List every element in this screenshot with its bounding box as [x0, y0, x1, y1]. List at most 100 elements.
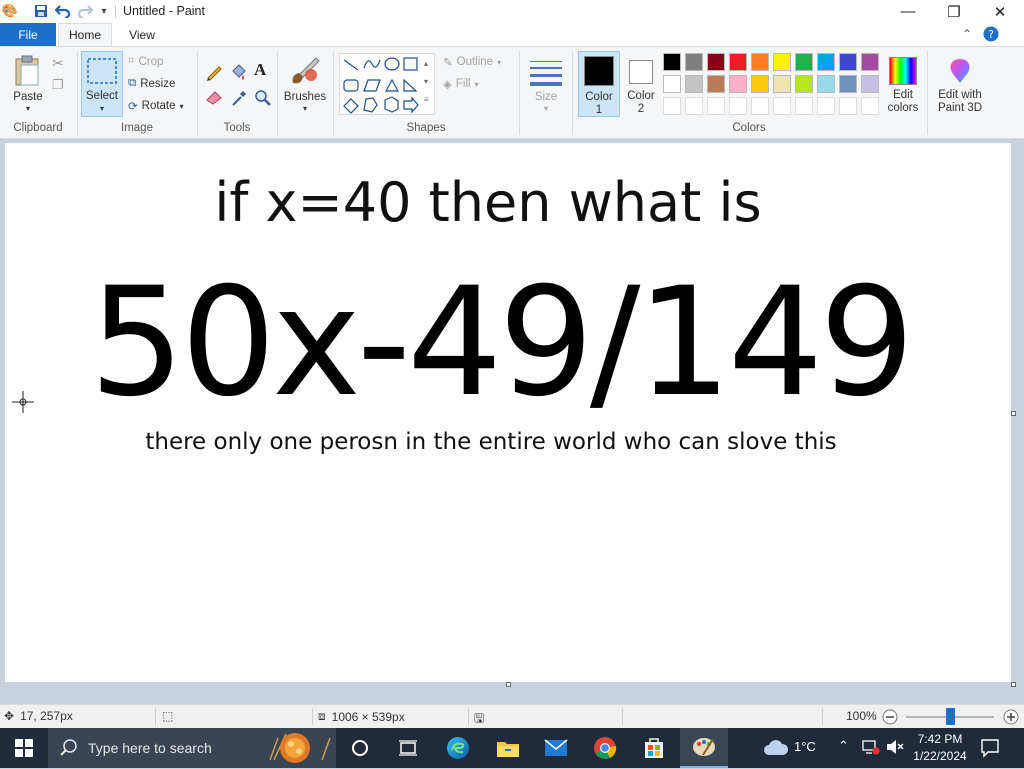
brushes-button[interactable]: Brushes ▾ — [282, 51, 328, 117]
fill-bucket-icon[interactable] — [229, 63, 247, 84]
palette-color-swatch[interactable] — [861, 53, 879, 71]
rotate-button[interactable]: ⟳ Rotate ▾ — [128, 99, 184, 113]
palette-custom-slot[interactable] — [751, 97, 769, 115]
minimize-button[interactable]: — — [885, 0, 931, 23]
palette-color-swatch[interactable] — [773, 75, 791, 93]
color2-swatch — [629, 60, 653, 84]
shapes-gallery[interactable] — [339, 53, 435, 115]
help-icon[interactable]: ? — [980, 24, 1002, 44]
tab-file[interactable]: File — [0, 23, 56, 46]
palette-color-swatch[interactable] — [751, 75, 769, 93]
palette-custom-slot[interactable] — [685, 97, 703, 115]
tab-view[interactable]: View — [116, 23, 168, 46]
paste-icon — [15, 55, 39, 86]
weather-cloud-icon[interactable] — [756, 728, 796, 768]
collapse-ribbon-icon[interactable]: ⌃ — [962, 27, 972, 41]
resize-handle-corner[interactable] — [1011, 682, 1016, 687]
taskbar: Type here to search 1°C ⌃ 7:42 PM 1/22/2… — [0, 728, 1024, 768]
tab-home[interactable]: Home — [58, 23, 112, 46]
magnifier-icon[interactable] — [254, 89, 272, 110]
start-button[interactable] — [0, 728, 48, 768]
task-view-icon[interactable] — [384, 728, 432, 768]
mail-icon[interactable] — [532, 728, 580, 768]
crop-button[interactable]: ⌗ Crop — [128, 55, 163, 68]
network-icon[interactable] — [862, 739, 880, 758]
notifications-icon[interactable] — [980, 738, 1000, 761]
customize-quick-access-icon[interactable]: ▾ — [96, 3, 112, 19]
drawing-canvas[interactable]: if x=40 then what is 50x-49/149 there on… — [5, 143, 1011, 682]
file-explorer-icon[interactable] — [484, 728, 532, 768]
undo-icon[interactable] — [55, 3, 71, 19]
close-button[interactable]: ✕ — [977, 0, 1023, 23]
edge-browser-icon[interactable] — [434, 728, 482, 768]
zoom-in-button[interactable] — [1003, 709, 1019, 728]
cortana-icon[interactable] — [336, 728, 384, 768]
palette-custom-slot[interactable] — [817, 97, 835, 115]
edit-colors-button[interactable]: Edit colors — [883, 51, 923, 117]
palette-color-swatch[interactable] — [773, 53, 791, 71]
cut-icon[interactable]: ✂ — [52, 55, 64, 72]
pencil-icon[interactable] — [205, 63, 223, 84]
zoom-out-button[interactable] — [882, 709, 898, 728]
palette-color-swatch[interactable] — [839, 75, 857, 93]
fill-button[interactable]: ◈ Fill ▾ — [443, 77, 479, 91]
palette-custom-slot[interactable] — [795, 97, 813, 115]
select-button[interactable]: Select ▾ — [81, 51, 123, 117]
color1-button[interactable]: Color 1 — [578, 51, 620, 117]
outline-button[interactable]: ✎ Outline ▾ — [443, 55, 501, 69]
clock-date: 1/22/2024 — [913, 749, 967, 763]
palette-color-swatch[interactable] — [795, 75, 813, 93]
chrome-icon[interactable] — [581, 728, 629, 768]
resize-button[interactable]: ⧉ Resize — [128, 77, 175, 90]
system-clock[interactable]: 7:42 PM 1/22/2024 — [908, 731, 972, 765]
palette-custom-slot[interactable] — [861, 97, 879, 115]
save-icon[interactable] — [33, 3, 49, 19]
eraser-icon[interactable] — [205, 89, 223, 108]
weather-temperature[interactable]: 1°C — [794, 739, 816, 754]
volume-muted-icon[interactable] — [886, 739, 904, 758]
paint3d-icon — [950, 59, 970, 83]
palette-color-swatch[interactable] — [795, 53, 813, 71]
color1-number: 1 — [595, 104, 603, 116]
select-label: Select — [86, 90, 118, 102]
outline-icon: ✎ — [443, 57, 453, 69]
palette-color-swatch[interactable] — [663, 53, 681, 71]
palette-color-swatch[interactable] — [839, 53, 857, 71]
palette-color-swatch[interactable] — [817, 53, 835, 71]
color2-button[interactable]: Color 2 — [622, 51, 660, 117]
status-separator — [312, 708, 313, 725]
size-button[interactable]: Size ▾ — [524, 51, 568, 117]
palette-color-swatch[interactable] — [685, 53, 703, 71]
paint3d-label-1: Edit with — [938, 89, 982, 101]
palette-color-swatch[interactable] — [751, 53, 769, 71]
taskbar-search-box[interactable]: Type here to search — [48, 728, 336, 768]
maximize-button[interactable]: ❐ — [931, 0, 977, 23]
redo-icon[interactable] — [77, 3, 93, 19]
color-picker-icon[interactable] — [230, 89, 248, 110]
show-hidden-icons-icon[interactable]: ⌃ — [838, 738, 849, 754]
paint-taskbar-icon[interactable] — [680, 728, 728, 768]
palette-color-swatch[interactable] — [729, 53, 747, 71]
text-tool-icon[interactable]: A — [254, 60, 266, 80]
resize-handle-bottom[interactable] — [506, 682, 511, 687]
palette-custom-slot[interactable] — [663, 97, 681, 115]
palette-color-swatch[interactable] — [707, 53, 725, 71]
paste-button[interactable]: Paste ▾ — [6, 51, 50, 115]
palette-color-swatch[interactable] — [707, 75, 725, 93]
paint-app-icon[interactable]: 🎨 — [2, 3, 18, 19]
palette-custom-slot[interactable] — [773, 97, 791, 115]
palette-color-swatch[interactable] — [861, 75, 879, 93]
palette-color-swatch[interactable] — [817, 75, 835, 93]
palette-color-swatch[interactable] — [729, 75, 747, 93]
palette-custom-slot[interactable] — [707, 97, 725, 115]
edit-with-paint3d-button[interactable]: Edit with Paint 3D — [932, 51, 988, 117]
microsoft-store-icon[interactable] — [630, 728, 678, 768]
shapes-scroll-icons[interactable]: ▴ ▾ ≡ — [424, 55, 434, 109]
copy-icon[interactable]: ❐ — [52, 77, 64, 93]
zoom-slider-thumb[interactable] — [945, 708, 955, 725]
resize-handle-right[interactable] — [1011, 411, 1016, 416]
palette-color-swatch[interactable] — [685, 75, 703, 93]
palette-custom-slot[interactable] — [729, 97, 747, 115]
palette-custom-slot[interactable] — [839, 97, 857, 115]
palette-color-swatch[interactable] — [663, 75, 681, 93]
